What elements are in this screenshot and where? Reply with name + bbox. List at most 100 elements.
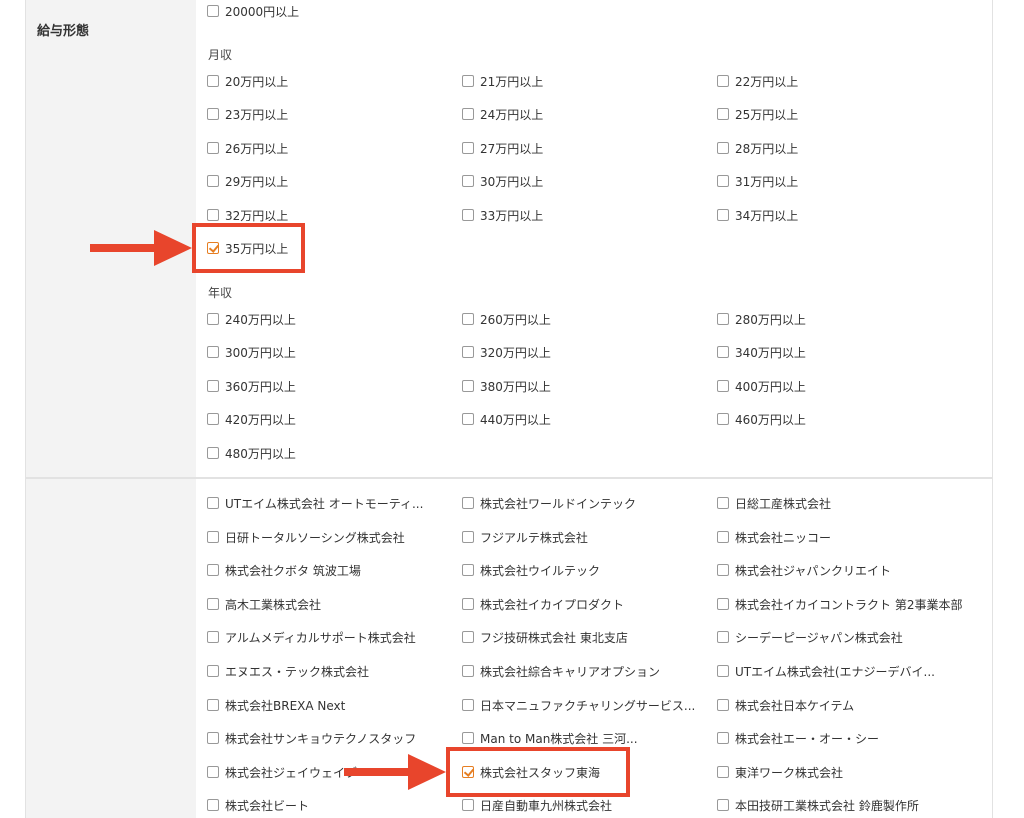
checkbox-icon[interactable]	[207, 564, 219, 576]
checkbox-icon[interactable]	[717, 108, 729, 120]
company-option[interactable]: 株式会社ウイルテック	[462, 561, 600, 579]
checkbox-icon[interactable]	[462, 699, 474, 711]
checkbox-icon[interactable]	[207, 209, 219, 221]
checkbox-icon[interactable]	[717, 766, 729, 778]
company-option[interactable]: 株式会社ビート	[207, 796, 309, 814]
company-option[interactable]: Man to Man株式会社 三河...	[462, 729, 638, 747]
checkbox-icon[interactable]	[462, 75, 474, 87]
checkbox-icon[interactable]	[207, 665, 219, 677]
checkbox-icon[interactable]	[462, 531, 474, 543]
company-option[interactable]: UTエイム株式会社(エナジーデバイ...	[717, 662, 935, 680]
checkbox-icon[interactable]	[717, 631, 729, 643]
checkbox-icon[interactable]	[462, 564, 474, 576]
checkbox-icon[interactable]	[207, 732, 219, 744]
checkbox-icon[interactable]	[207, 5, 219, 17]
checkbox-icon[interactable]	[462, 497, 474, 509]
monthly-option[interactable]: 23万円以上	[207, 105, 288, 123]
company-option[interactable]: 株式会社ニッコー	[717, 528, 831, 546]
checkbox-icon[interactable]	[717, 380, 729, 392]
annual-option[interactable]: 420万円以上	[207, 410, 296, 428]
monthly-option[interactable]: 32万円以上	[207, 206, 288, 224]
annual-option[interactable]: 260万円以上	[462, 310, 551, 328]
checkbox-icon[interactable]	[462, 799, 474, 811]
company-option[interactable]: 株式会社イカイプロダクト	[462, 595, 624, 613]
monthly-option[interactable]: 24万円以上	[462, 105, 543, 123]
annual-option[interactable]: 360万円以上	[207, 377, 296, 395]
checkbox-icon[interactable]	[462, 665, 474, 677]
checkbox-icon[interactable]	[717, 75, 729, 87]
checkbox-icon[interactable]	[717, 665, 729, 677]
company-option[interactable]: 株式会社ジャパンクリエイト	[717, 561, 891, 579]
monthly-option[interactable]: 29万円以上	[207, 172, 288, 190]
company-option[interactable]: 株式会社日本ケイテム	[717, 696, 854, 714]
checkbox-icon[interactable]	[717, 346, 729, 358]
company-option[interactable]: フジ技研株式会社 東北支店	[462, 628, 628, 646]
checkbox-icon[interactable]	[207, 699, 219, 711]
annual-option[interactable]: 300万円以上	[207, 343, 296, 361]
checkbox-icon[interactable]	[462, 732, 474, 744]
checkbox-icon[interactable]	[462, 631, 474, 643]
checkbox-icon[interactable]	[717, 598, 729, 610]
company-option[interactable]: 株式会社ワールドインテック	[462, 494, 636, 512]
company-option[interactable]: 株式会社BREXA Next	[207, 696, 345, 714]
monthly-option[interactable]: 28万円以上	[717, 139, 798, 157]
checkbox-icon[interactable]	[717, 531, 729, 543]
checkbox-icon[interactable]	[717, 142, 729, 154]
company-option[interactable]: 株式会社綜合キャリアオプション	[462, 662, 660, 680]
checkbox-icon[interactable]	[717, 564, 729, 576]
company-option[interactable]: 日本マニュファクチャリングサービス...	[462, 696, 695, 714]
checkbox-icon[interactable]	[462, 142, 474, 154]
checkbox-icon[interactable]	[207, 766, 219, 778]
checkbox-icon[interactable]	[207, 531, 219, 543]
checkbox-icon[interactable]	[207, 313, 219, 325]
annual-option[interactable]: 240万円以上	[207, 310, 296, 328]
monthly-option[interactable]: 25万円以上	[717, 105, 798, 123]
checkbox-icon[interactable]	[207, 380, 219, 392]
checkbox-icon[interactable]	[717, 175, 729, 187]
annual-option[interactable]: 400万円以上	[717, 377, 806, 395]
checkbox-icon[interactable]	[462, 175, 474, 187]
company-option[interactable]: 株式会社イカイコントラクト 第2事業本部	[717, 595, 962, 613]
company-option[interactable]: エヌエス・テック株式会社	[207, 662, 369, 680]
checkbox-icon[interactable]	[462, 598, 474, 610]
checkbox-icon[interactable]	[207, 75, 219, 87]
checkbox-icon[interactable]	[207, 799, 219, 811]
annual-option[interactable]: 320万円以上	[462, 343, 551, 361]
company-option[interactable]: 高木工業株式会社	[207, 595, 321, 613]
monthly-option[interactable]: 26万円以上	[207, 139, 288, 157]
company-option[interactable]: 株式会社ジェイウェイブ	[207, 763, 357, 781]
checkbox-icon[interactable]	[207, 631, 219, 643]
monthly-option[interactable]: 34万円以上	[717, 206, 798, 224]
checkbox-icon[interactable]	[207, 413, 219, 425]
company-option[interactable]: 株式会社サンキョウテクノスタッフ	[207, 729, 416, 747]
monthly-option[interactable]: 31万円以上	[717, 172, 798, 190]
company-option[interactable]: 東洋ワーク株式会社	[717, 763, 843, 781]
company-option[interactable]: 日産自動車九州株式会社	[462, 796, 612, 814]
company-option[interactable]: 日研トータルソーシング株式会社	[207, 528, 405, 546]
checkbox-icon[interactable]	[207, 598, 219, 610]
checkbox-icon[interactable]	[717, 497, 729, 509]
checkbox-icon[interactable]	[462, 108, 474, 120]
checkbox-icon[interactable]	[207, 175, 219, 187]
annual-option[interactable]: 340万円以上	[717, 343, 806, 361]
checkbox-icon[interactable]	[717, 313, 729, 325]
annual-option[interactable]: 460万円以上	[717, 410, 806, 428]
monthly-option[interactable]: 20万円以上	[207, 72, 288, 90]
checkbox-icon[interactable]	[462, 313, 474, 325]
annual-option[interactable]: 280万円以上	[717, 310, 806, 328]
annual-option[interactable]: 440万円以上	[462, 410, 551, 428]
checkbox-icon[interactable]	[207, 346, 219, 358]
annual-option[interactable]: 480万円以上	[207, 444, 296, 462]
checkbox-icon[interactable]	[717, 799, 729, 811]
company-option[interactable]: 本田技研工業株式会社 鈴鹿製作所	[717, 796, 919, 814]
checkbox-icon[interactable]	[462, 413, 474, 425]
company-option[interactable]: 日総工産株式会社	[717, 494, 831, 512]
checkbox-icon[interactable]	[717, 699, 729, 711]
monthly-option[interactable]: 22万円以上	[717, 72, 798, 90]
checkbox-icon[interactable]	[207, 497, 219, 509]
checkbox-icon[interactable]	[462, 380, 474, 392]
company-option[interactable]: UTエイム株式会社 オートモーティ...	[207, 494, 423, 512]
company-option[interactable]: アルムメディカルサポート株式会社	[207, 628, 416, 646]
annual-option[interactable]: 380万円以上	[462, 377, 551, 395]
monthly-option[interactable]: 33万円以上	[462, 206, 543, 224]
